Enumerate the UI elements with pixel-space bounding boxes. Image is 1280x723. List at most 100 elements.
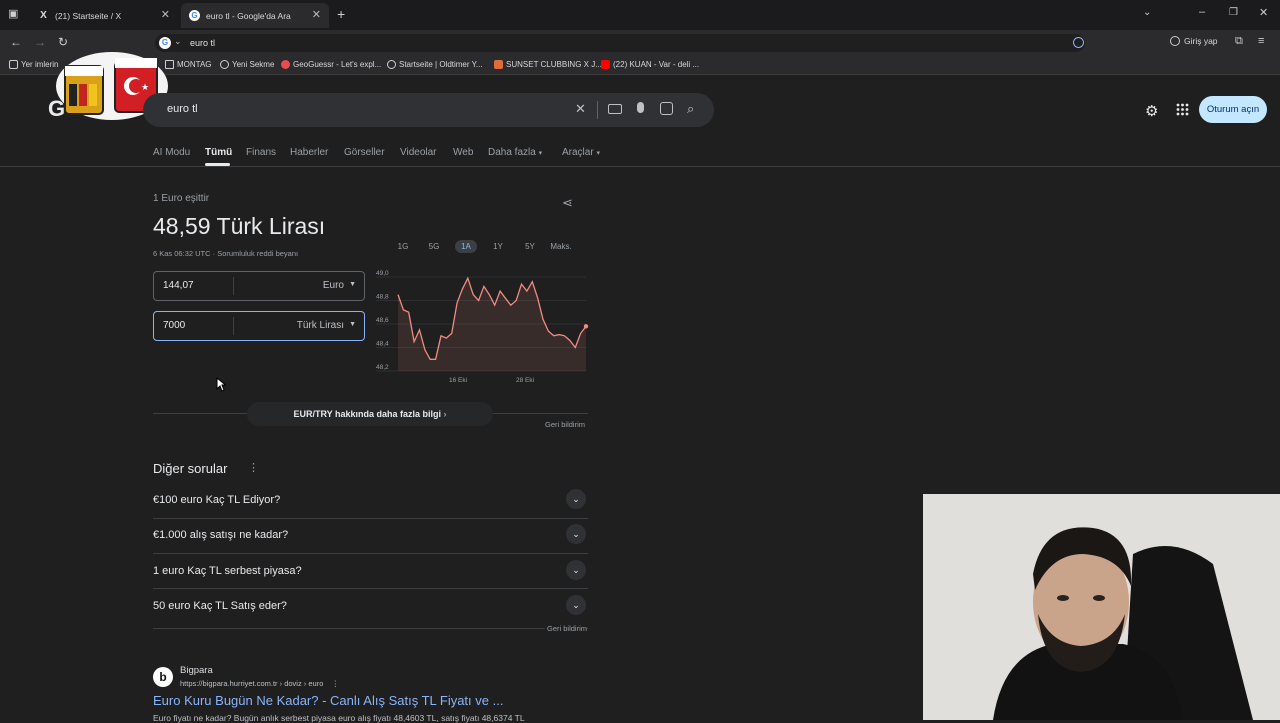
range-max-button[interactable]: Maks. (548, 240, 574, 253)
timestamp-row: 6 Kas 06:32 UTC · Sorumluluk reddi beyan… (153, 249, 299, 258)
tab-title: (21) Startseite / X (55, 10, 122, 21)
settings-gear-icon[interactable]: ⚙ (1145, 102, 1158, 120)
feedback-link[interactable]: Geri bildirim (545, 624, 588, 633)
bookmark-item[interactable]: SUNSET CLUBBING X J... (494, 60, 602, 69)
result-breadcrumb[interactable]: https://bigpara.hurriyet.com.tr › doviz … (180, 679, 339, 688)
microphone-icon[interactable] (637, 102, 644, 113)
question-row[interactable]: 50 euro Kaç TL Satış eder? ⌄ (153, 590, 588, 625)
site-info-chevron-icon[interactable]: ⌄ (174, 36, 182, 47)
restore-icon[interactable]: ❐ (1229, 7, 1238, 18)
close-window-icon[interactable]: ✕ (1259, 6, 1268, 19)
tab-ai-mode[interactable]: AI Modu (153, 147, 190, 158)
tab-web[interactable]: Web (453, 147, 473, 158)
search-box[interactable]: euro tl ✕ ⌕ (143, 93, 714, 127)
tab-google[interactable]: G euro tl - Google'da Ara ✕ (181, 3, 329, 28)
from-currency-select[interactable]: Euro (323, 280, 344, 291)
from-amount-field[interactable]: 144,07 Euro ▼ (153, 271, 365, 301)
to-amount-value[interactable]: 7000 (163, 320, 185, 331)
to-currency-select[interactable]: Türk Lirası (297, 320, 344, 331)
more-options-icon[interactable]: ⋮ (248, 461, 259, 474)
tab-videos[interactable]: Videolar (400, 147, 437, 158)
minimize-icon[interactable]: – (1199, 6, 1205, 18)
forward-icon[interactable]: → (34, 35, 46, 49)
tab-list-chevron-icon[interactable]: ⌄ (1143, 7, 1151, 18)
tab-finance[interactable]: Finans (246, 147, 276, 158)
new-tab-icon[interactable]: + (337, 6, 345, 22)
bookmark-item[interactable]: GeoGuessr - Let's expl... (281, 60, 381, 69)
chart-x-tick-label: 16 Eki (449, 377, 467, 384)
tab-news[interactable]: Haberler (290, 147, 328, 158)
bookmark-label: SUNSET CLUBBING X J... (506, 60, 602, 69)
disclaimer-link[interactable]: Sorumluluk reddi beyanı (217, 249, 298, 258)
dropdown-arrow-icon: ▼ (349, 281, 356, 288)
bookmark-item[interactable]: Yeni Sekme (220, 60, 274, 69)
bookmark-label: Yeni Sekme (232, 60, 275, 69)
feedback-link[interactable]: Geri bildirim (545, 420, 585, 429)
tab-tools[interactable]: Araçlar ▾ (562, 147, 600, 158)
address-text: euro tl (190, 38, 216, 48)
range-5d-button[interactable]: 5G (424, 240, 444, 253)
bookmark-item[interactable]: (22) KUAN - Var - deli ... (601, 60, 699, 69)
range-5y-button[interactable]: 5Y (520, 240, 540, 253)
browser-tab-bar: ▣ X (21) Startseite / X ✕ G euro tl - Go… (0, 0, 1280, 30)
equals-label: 1 Euro eşittir (153, 193, 210, 204)
signin-button[interactable]: Oturum açın (1199, 96, 1267, 123)
more-options-icon[interactable]: ⋮ (331, 679, 339, 688)
chevron-down-icon[interactable]: ⌄ (566, 524, 586, 544)
keyboard-icon[interactable] (608, 104, 622, 114)
search-input[interactable]: euro tl (167, 103, 198, 115)
header-divider (0, 166, 1280, 167)
share-icon[interactable]: ⋖ (562, 195, 573, 211)
google-logo[interactable]: G (48, 96, 65, 122)
search-icon[interactable]: ⌕ (687, 101, 694, 117)
globe-icon (220, 60, 229, 69)
bookmark-item[interactable]: Yer imlerin (9, 60, 59, 69)
conversion-result: 48,59 Türk Lirası (153, 213, 326, 239)
more-info-button[interactable]: EUR/TRY hakkında daha fazla bilgi › (247, 402, 493, 426)
bookmark-label: (22) KUAN - Var - deli ... (613, 60, 700, 69)
chart-y-tick-label: 49,0 (376, 270, 389, 277)
divider (233, 277, 234, 295)
lens-icon[interactable] (660, 102, 673, 115)
menu-icon[interactable]: ≡ (1258, 35, 1264, 47)
bookmark-item[interactable]: MONTAG (165, 60, 212, 69)
bigpara-favicon-icon[interactable]: b (153, 667, 173, 687)
range-1y-button[interactable]: 1Y (488, 240, 508, 253)
x-logo-icon: X (40, 10, 47, 21)
clear-icon[interactable]: ✕ (575, 101, 586, 117)
globe-icon (387, 60, 396, 69)
signin-profile-button[interactable]: Giriş yap (1170, 36, 1218, 46)
exchange-rate-chart[interactable]: 49,0 48,8 48,6 48,4 48,2 16 Eki 28 Eki (370, 268, 592, 390)
translate-globe-icon[interactable] (1073, 37, 1084, 48)
chevron-down-icon[interactable]: ⌄ (566, 560, 586, 580)
tab-images[interactable]: Görseller (344, 147, 385, 158)
apps-grid-icon[interactable] (1176, 103, 1189, 116)
more-info-label: EUR/TRY hakkında daha fazla bilgi (293, 409, 442, 419)
back-icon[interactable]: ← (10, 35, 22, 49)
chevron-down-icon[interactable]: ⌄ (566, 489, 586, 509)
address-bar[interactable]: G ⌄ euro tl (155, 34, 1085, 52)
question-row[interactable]: €100 euro Kaç TL Ediyor? ⌄ (153, 484, 588, 519)
google-logo-icon: G (189, 10, 200, 21)
tab-overview-icon[interactable]: ▣ (8, 7, 18, 20)
tab-more[interactable]: Daha fazla ▾ (488, 147, 542, 158)
tab-x[interactable]: X (21) Startseite / X ✕ (30, 3, 178, 28)
tab-all[interactable]: Tümü (205, 147, 232, 158)
question-row[interactable]: 1 euro Kaç TL serbest piyasa? ⌄ (153, 555, 588, 590)
extensions-icon[interactable]: ⧉ (1235, 35, 1243, 48)
chevron-down-icon[interactable]: ⌄ (566, 595, 586, 615)
range-1d-button[interactable]: 1G (393, 240, 413, 253)
result-site-name[interactable]: Bigpara (180, 665, 213, 676)
range-1m-button[interactable]: 1A (455, 240, 477, 253)
question-row[interactable]: €1.000 alış satışı ne kadar? ⌄ (153, 519, 588, 554)
chart-y-tick-label: 48,2 (376, 364, 389, 371)
question-text: 1 euro Kaç TL serbest piyasa? (153, 565, 302, 577)
divider (597, 101, 598, 119)
dropdown-arrow-icon: ▾ (596, 150, 600, 157)
dropdown-arrow-icon: ▾ (538, 150, 543, 157)
close-tab-icon[interactable]: ✕ (161, 8, 170, 21)
result-title-link[interactable]: Euro Kuru Bugün Ne Kadar? - Canlı Alış S… (153, 693, 503, 708)
close-tab-icon[interactable]: ✕ (312, 8, 321, 21)
bookmark-item[interactable]: Startseite | Oldtimer Y... (387, 60, 483, 69)
to-amount-field[interactable]: 7000 Türk Lirası ▼ (153, 311, 365, 341)
